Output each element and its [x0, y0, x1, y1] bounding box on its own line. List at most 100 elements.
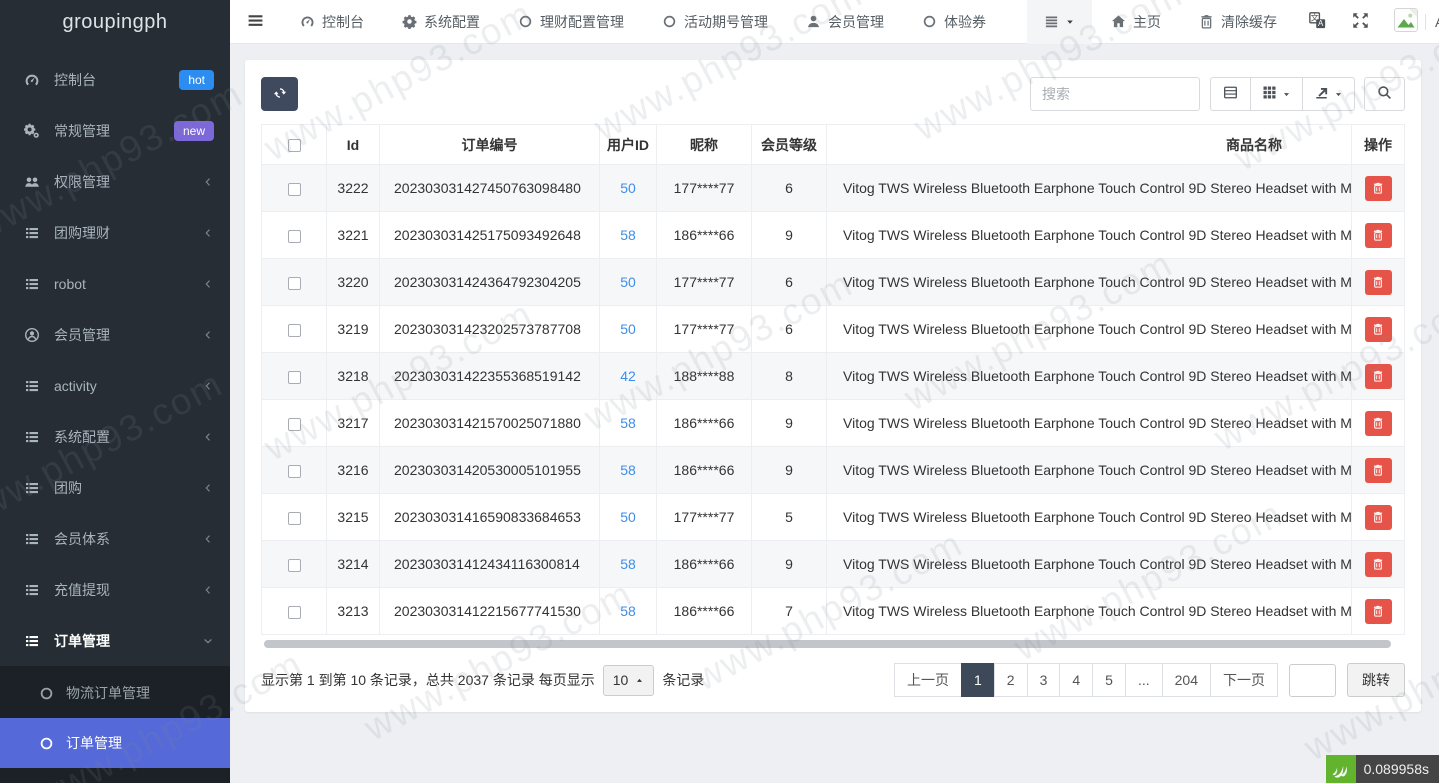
toggle-view-button[interactable] [1210, 77, 1251, 111]
row-checkbox[interactable] [288, 559, 301, 572]
columns-button[interactable] [1250, 77, 1303, 111]
cell-action [1352, 306, 1405, 353]
user-id-link[interactable]: 58 [620, 415, 636, 431]
page-button-3[interactable]: 3 [1027, 663, 1061, 697]
column-header-order-no: 订单编号 [380, 125, 600, 165]
sidebar-toggle-button[interactable] [230, 0, 281, 44]
user-id-link[interactable]: 58 [620, 556, 636, 572]
cell-select [262, 494, 327, 541]
select-all-checkbox[interactable] [288, 139, 301, 152]
cell-action [1352, 588, 1405, 635]
delete-button[interactable] [1365, 552, 1392, 577]
page-button-1[interactable]: 1 [961, 663, 995, 697]
row-checkbox[interactable] [288, 512, 301, 525]
sidebar-item-console[interactable]: 控制台hot [0, 54, 230, 105]
list-dropdown-button[interactable] [1027, 0, 1092, 44]
scrollbar-thumb[interactable] [264, 640, 1391, 648]
user-id-link[interactable]: 50 [620, 509, 636, 525]
cell-action [1352, 541, 1405, 588]
delete-button[interactable] [1365, 270, 1392, 295]
page-button-204[interactable]: 204 [1162, 663, 1211, 697]
clear-cache-button[interactable]: 清除缓存 [1180, 0, 1296, 44]
user-id-link[interactable]: 58 [620, 603, 636, 619]
sidebar-item-general-management[interactable]: 常规管理new [0, 105, 230, 156]
translate-icon: 文A [1309, 12, 1326, 32]
cell-nickname: 186****66 [657, 212, 752, 259]
sidebar-item-label: activity [54, 378, 202, 394]
row-checkbox[interactable] [288, 418, 301, 431]
sidebar-item-system-config[interactable]: 系统配置 [0, 411, 230, 462]
user-id-link[interactable]: 42 [620, 368, 636, 384]
admin-menu[interactable]: Admin [1382, 0, 1439, 44]
fullscreen-button[interactable] [1339, 0, 1382, 44]
row-checkbox[interactable] [288, 465, 301, 478]
user-id-link[interactable]: 58 [620, 462, 636, 478]
delete-button[interactable] [1365, 317, 1392, 342]
page-button-2[interactable]: 2 [994, 663, 1028, 697]
nav-item-finance-config[interactable]: 理财配置管理 [499, 0, 643, 44]
cell-level: 6 [752, 165, 827, 212]
cell-level: 6 [752, 306, 827, 353]
delete-button[interactable] [1365, 411, 1392, 436]
delete-button[interactable] [1365, 599, 1392, 624]
sidebar-item-robot[interactable]: robot [0, 258, 230, 309]
delete-button[interactable] [1365, 364, 1392, 389]
row-checkbox[interactable] [288, 183, 301, 196]
row-checkbox[interactable] [288, 606, 301, 619]
row-checkbox[interactable] [288, 277, 301, 290]
user-id-link[interactable]: 58 [620, 227, 636, 243]
prev-page-button[interactable]: 上一页 [894, 663, 962, 697]
sidebar-item-group-finance[interactable]: 团购理财 [0, 207, 230, 258]
chevron-left-icon [202, 533, 214, 545]
page-button-5[interactable]: 5 [1092, 663, 1126, 697]
caret-down-icon [1282, 90, 1291, 99]
row-checkbox[interactable] [288, 371, 301, 384]
nav-item-member-management[interactable]: 会员管理 [787, 0, 903, 44]
user-circle-icon [22, 327, 42, 343]
search-button[interactable] [1364, 77, 1405, 111]
sidebar-item-permission-management[interactable]: 权限管理 [0, 156, 230, 207]
nav-item-activity-period[interactable]: 活动期号管理 [643, 0, 787, 44]
cell-user-id: 50 [600, 165, 657, 212]
sidebar-item-group-buy[interactable]: 团购 [0, 462, 230, 513]
delete-button[interactable] [1365, 458, 1392, 483]
page-button-4[interactable]: 4 [1059, 663, 1093, 697]
sidebar-item-member-system[interactable]: 会员体系 [0, 513, 230, 564]
horizontal-scrollbar[interactable] [264, 640, 1402, 648]
home-button[interactable]: 主页 [1092, 0, 1180, 44]
sidebar-item-activity[interactable]: activity [0, 360, 230, 411]
nav-item-voucher[interactable]: 体验券 [903, 0, 1005, 44]
sidebar-item-order-management[interactable]: 订单管理 [0, 615, 230, 666]
delete-button[interactable] [1365, 176, 1392, 201]
row-checkbox[interactable] [288, 324, 301, 337]
detail-view-icon [1223, 85, 1238, 103]
refresh-button[interactable] [261, 77, 298, 111]
sidebar-submenu: 物流订单管理订单管理 [0, 666, 230, 783]
delete-button[interactable] [1365, 505, 1392, 530]
row-checkbox[interactable] [288, 230, 301, 243]
user-id-link[interactable]: 50 [620, 321, 636, 337]
search-input[interactable] [1030, 77, 1200, 111]
nav-item-console[interactable]: 控制台 [281, 0, 383, 44]
page-size-select[interactable]: 10 [603, 665, 655, 696]
sidebar-item-member-management[interactable]: 会员管理 [0, 309, 230, 360]
delete-button[interactable] [1365, 223, 1392, 248]
next-page-button[interactable]: 下一页 [1210, 663, 1278, 697]
fullscreen-icon [1352, 12, 1369, 32]
cell-action [1352, 353, 1405, 400]
user-id-link[interactable]: 50 [620, 180, 636, 196]
page-jump-input[interactable] [1289, 664, 1336, 697]
cell-nickname: 177****77 [657, 165, 752, 212]
sidebar-item-recharge-withdraw[interactable]: 充值提现 [0, 564, 230, 615]
cell-select [262, 306, 327, 353]
sidebar-subitem-order-management[interactable]: 订单管理 [0, 718, 230, 768]
user-id-link[interactable]: 50 [620, 274, 636, 290]
translate-button[interactable]: 文A [1296, 0, 1339, 44]
sidebar-item-label: 常规管理 [54, 121, 174, 141]
chevron-left-icon [202, 584, 214, 596]
jump-button[interactable]: 跳转 [1347, 663, 1405, 697]
export-button[interactable] [1302, 77, 1355, 111]
sidebar-subitem-logistics-order-management[interactable]: 物流订单管理 [0, 668, 230, 718]
cell-user-id: 58 [600, 212, 657, 259]
nav-item-system-config[interactable]: 系统配置 [383, 0, 499, 44]
